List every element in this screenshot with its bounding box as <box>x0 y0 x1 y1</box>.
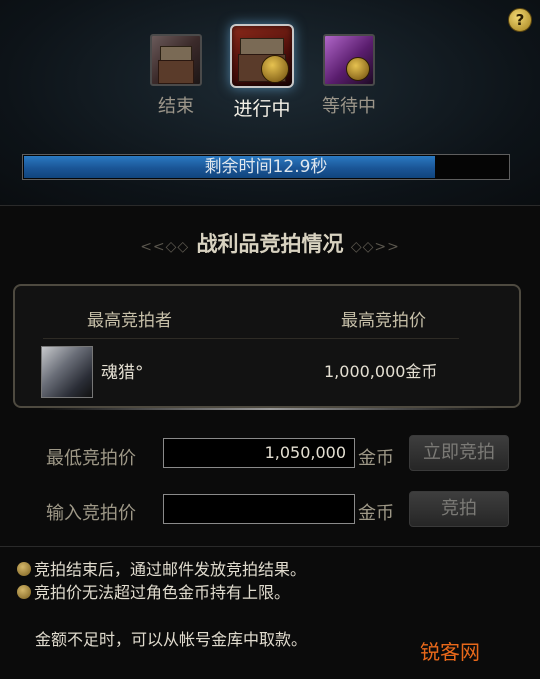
help-icon[interactable]: ? <box>508 8 532 32</box>
stage-in-progress: 进行中 <box>230 24 294 121</box>
stage-waiting-label: 等待中 <box>322 96 376 117</box>
stage-ended: 结束 <box>150 34 202 118</box>
divider <box>40 408 500 410</box>
ornament-right: ◇◇>> <box>350 239 400 255</box>
withdraw-tip: 金额不足时，可以从帐号金库中取款。 <box>35 630 308 649</box>
ornament-left: <<◇◇ <box>140 239 190 255</box>
enter-bid-unit: 金币 <box>358 503 394 524</box>
emblem-icon <box>346 57 370 81</box>
stage-ended-label: 结束 <box>158 96 194 117</box>
highest-bid-box: 最高竞拍者 最高竞拍价 魂猎° 1,000,000金币 <box>13 284 521 408</box>
bullet-icon <box>17 585 31 599</box>
watermark: 锐客网 <box>420 640 480 664</box>
section-title-text: 战利品竞拍情况 <box>196 231 344 256</box>
stage-in-progress-label: 进行中 <box>233 98 291 120</box>
highest-bid-price: 1,000,000金币 <box>324 362 438 381</box>
price-header: 最高竞拍价 <box>341 311 426 331</box>
gem-icon <box>323 34 375 86</box>
bidder-name: 魂猎° <box>101 363 144 383</box>
bidder-header: 最高竞拍者 <box>87 311 172 331</box>
time-remaining-text: 剩余时间12.9秒 <box>204 157 328 177</box>
min-bid-field: 1,050,000 <box>163 438 355 468</box>
enter-bid-label: 输入竞拍价 <box>46 503 136 524</box>
time-progress-bar: 剩余时间12.9秒 <box>22 154 510 180</box>
min-bid-unit: 金币 <box>358 448 394 469</box>
emblem-icon <box>261 55 289 83</box>
notice-item: 竞拍结束后，通过邮件发放竞拍结果。 <box>17 556 306 580</box>
bid-button[interactable]: 竞拍 <box>409 491 509 527</box>
avatar <box>41 346 93 398</box>
divider <box>43 338 459 339</box>
bid-input[interactable] <box>163 494 355 524</box>
section-title: <<◇◇ 战利品竞拍情况 ◇◇>> <box>0 228 540 258</box>
bullet-icon <box>17 562 31 576</box>
chest-icon <box>150 34 202 86</box>
divider <box>0 546 540 547</box>
instant-bid-button[interactable]: 立即竞拍 <box>409 435 509 471</box>
min-bid-label: 最低竞拍价 <box>46 448 136 469</box>
chest-icon <box>230 24 294 88</box>
stage-waiting: 等待中 <box>322 34 376 118</box>
notice-item: 竞拍价无法超过角色金币持有上限。 <box>17 579 290 603</box>
